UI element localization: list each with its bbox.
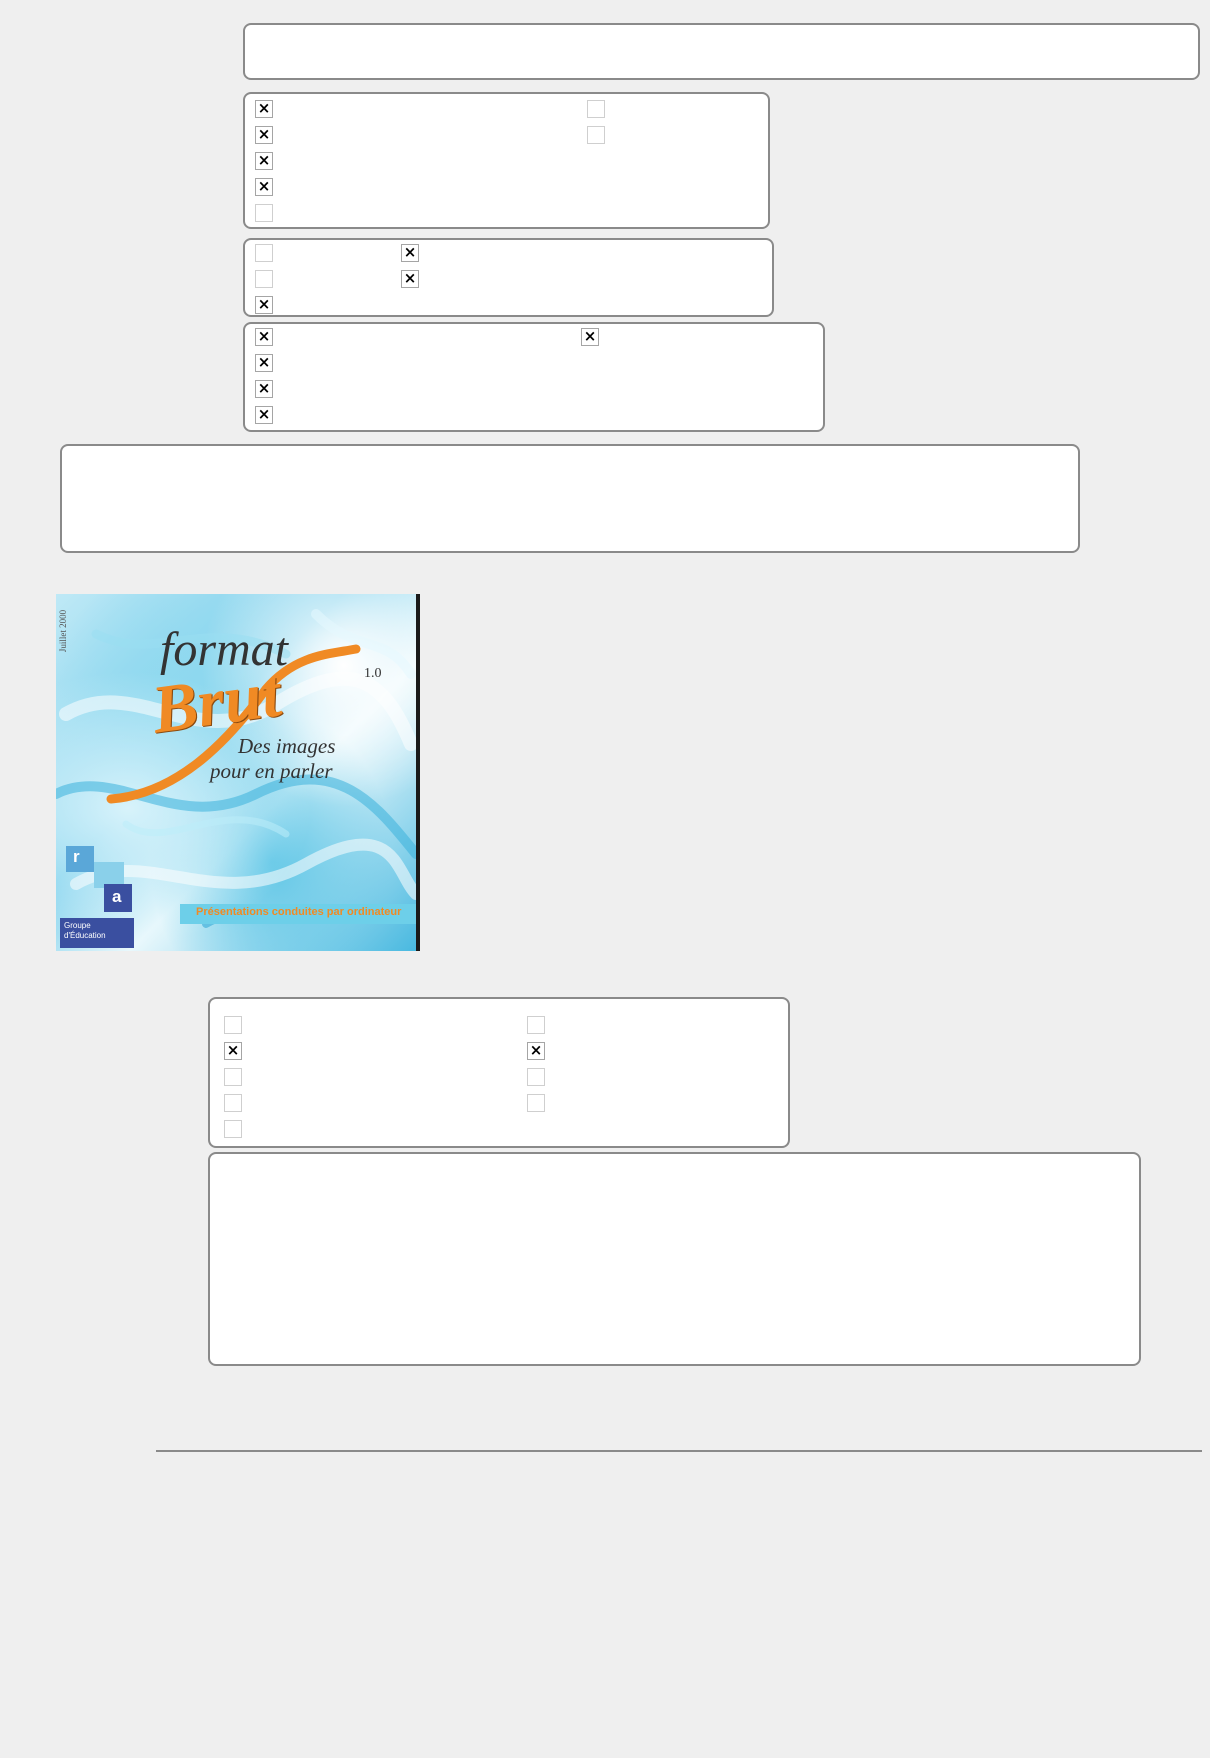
checkbox-g2-4[interactable]: [401, 244, 419, 262]
checkbox-g2-1[interactable]: [255, 244, 273, 262]
checkbox-g1-6[interactable]: [587, 100, 605, 118]
checkbox-g4-8[interactable]: [527, 1068, 545, 1086]
cover-publisher-line1: Groupe: [64, 921, 91, 930]
checkbox-g3-4[interactable]: [255, 406, 273, 424]
checkbox-g3-3[interactable]: [255, 380, 273, 398]
cover-version: 1.0: [364, 666, 382, 681]
cover-puzzle-r: r: [73, 847, 80, 866]
checkbox-group-4: [208, 997, 790, 1148]
checkbox-g1-4[interactable]: [255, 178, 273, 196]
checkbox-g1-2[interactable]: [255, 126, 273, 144]
checkbox-g4-2[interactable]: [224, 1042, 242, 1060]
checkbox-g1-5[interactable]: [255, 204, 273, 222]
cover-publisher-line2: d'Éducation: [64, 931, 106, 940]
checkbox-g4-6[interactable]: [527, 1016, 545, 1034]
comments-textarea[interactable]: [208, 1152, 1141, 1366]
cover-banner-text: Présentations conduites par ordinateur: [196, 906, 402, 918]
checkbox-g2-2[interactable]: [255, 270, 273, 288]
checkbox-group-2: [243, 238, 774, 317]
checkbox-g1-3[interactable]: [255, 152, 273, 170]
checkbox-g3-2[interactable]: [255, 354, 273, 372]
checkbox-g1-1[interactable]: [255, 100, 273, 118]
checkbox-group-3: [243, 322, 825, 432]
horizontal-divider: [156, 1450, 1202, 1452]
checkbox-g4-4[interactable]: [224, 1094, 242, 1112]
checkbox-g4-7[interactable]: [527, 1042, 545, 1060]
checkbox-group-1: [243, 92, 770, 229]
description-textarea[interactable]: [60, 444, 1080, 553]
cover-tagline-line2: pour en parler: [210, 759, 333, 783]
cover-side-text: Juillet 2000: [58, 609, 69, 653]
checkbox-g4-9[interactable]: [527, 1094, 545, 1112]
checkbox-g1-7[interactable]: [587, 126, 605, 144]
cover-puzzle-a: a: [112, 887, 122, 906]
top-text-field[interactable]: [243, 23, 1200, 80]
checkbox-g4-3[interactable]: [224, 1068, 242, 1086]
cover-image: Juillet 2000 format Brut 1.0 Des images …: [56, 594, 420, 951]
checkbox-g4-1[interactable]: [224, 1016, 242, 1034]
checkbox-g3-1[interactable]: [255, 328, 273, 346]
checkbox-g2-5[interactable]: [401, 270, 419, 288]
checkbox-g2-3[interactable]: [255, 296, 273, 314]
checkbox-g4-5[interactable]: [224, 1120, 242, 1138]
cover-tagline-line1: Des images: [238, 734, 336, 758]
checkbox-g3-5[interactable]: [581, 328, 599, 346]
